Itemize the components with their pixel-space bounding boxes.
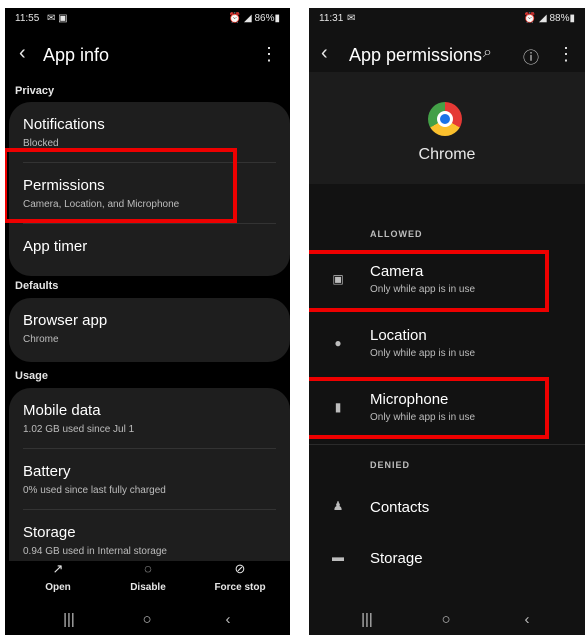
force-stop-button[interactable]: ⊘ Force stop	[200, 561, 280, 593]
status-indicators: ⏰ ◢ 88%▮	[523, 13, 575, 24]
navigation-bar: ||| ○ ‹	[5, 608, 290, 635]
status-time: 11:31	[319, 13, 344, 24]
app-bar: ‹ App info ⋮	[5, 38, 290, 72]
back-arrow-icon[interactable]: ‹	[321, 42, 328, 65]
contacts-title: Contacts	[370, 499, 430, 516]
microphone-highlight-box	[309, 377, 549, 439]
chrome-logo-icon	[428, 102, 462, 136]
app-name: Chrome	[418, 146, 476, 163]
notification-icons: ✉ ▣	[47, 13, 68, 24]
storage-perm-title: Storage	[370, 550, 423, 567]
open-button[interactable]: ↗ Open	[18, 561, 98, 593]
home-icon[interactable]: ○	[426, 611, 466, 628]
browser-app-subtitle: Chrome	[23, 334, 59, 345]
folder-icon: ▬	[332, 550, 344, 564]
battery-subtitle: 0% used since last fully charged	[23, 485, 166, 496]
status-indicators: ⏰ ◢ 86%▮	[228, 13, 280, 24]
disable-label: Disable	[130, 582, 166, 593]
nav-back-icon[interactable]: ‹	[507, 611, 547, 628]
recents-icon[interactable]: |||	[49, 611, 89, 628]
app-timer-item[interactable]: App timer	[9, 224, 290, 276]
more-options-icon[interactable]: ⋮	[557, 44, 575, 65]
location-subtitle: Only while app is in use	[370, 348, 476, 359]
force-stop-label: Force stop	[214, 582, 266, 593]
browser-app-item[interactable]: Browser app Chrome	[9, 298, 290, 362]
disable-icon: ◌	[144, 561, 152, 576]
more-options-icon[interactable]: ⋮	[260, 44, 278, 65]
force-stop-icon: ⊘	[234, 561, 246, 576]
help-icon[interactable]: ⓘ	[523, 44, 539, 68]
status-bar: 11:55 ✉ ▣ ⏰ ◢ 86%▮	[5, 8, 290, 30]
section-defaults: Defaults	[15, 280, 59, 292]
back-arrow-icon[interactable]: ‹	[19, 42, 26, 65]
status-time: 11:55	[15, 13, 40, 24]
app-permissions-screen: 11:31 ✉ ⏰ ◢ 88%▮ ‹ App permissions ⌕ ⓘ ⋮…	[309, 8, 585, 635]
open-external-icon: ↗	[52, 561, 64, 576]
location-title: Location	[370, 327, 427, 344]
battery-title: Battery	[23, 463, 71, 480]
page-title: App permissions	[349, 45, 483, 65]
open-label: Open	[45, 582, 71, 593]
storage-title: Storage	[23, 524, 76, 541]
mobile-data-item[interactable]: Mobile data 1.02 GB used since Jul 1	[9, 388, 290, 448]
app-bar: ‹ App permissions ⌕ ⓘ ⋮	[309, 38, 585, 72]
mobile-data-title: Mobile data	[23, 402, 101, 419]
mobile-data-subtitle: 1.02 GB used since Jul 1	[23, 424, 135, 435]
app-timer-title: App timer	[23, 238, 88, 255]
defaults-card: Browser app Chrome	[9, 298, 290, 362]
navigation-bar: ||| ○ ‹	[309, 608, 585, 635]
notification-icons: ✉	[347, 13, 356, 24]
denied-section-label: DENIED	[370, 460, 411, 470]
battery-item[interactable]: Battery 0% used since last fully charged	[9, 449, 290, 509]
browser-app-title: Browser app	[23, 312, 108, 329]
bottom-action-bar: ↗ Open ◌ Disable ⊘ Force stop	[5, 561, 290, 601]
allowed-section-label: ALLOWED	[370, 229, 423, 239]
camera-highlight-box	[309, 250, 549, 312]
nav-back-icon[interactable]: ‹	[208, 611, 248, 628]
permissions-highlight-box	[5, 148, 237, 223]
contacts-person-icon: ♟	[332, 499, 344, 513]
notifications-title: Notifications	[23, 116, 105, 133]
app-info-screen: 11:55 ✉ ▣ ⏰ ◢ 86%▮ ‹ App info ⋮ Privacy …	[5, 8, 290, 635]
location-pin-icon: ●	[334, 336, 342, 350]
storage-subtitle: 0.94 GB used in Internal storage	[23, 546, 167, 557]
section-usage: Usage	[15, 370, 49, 382]
divider	[309, 444, 585, 445]
usage-card: Mobile data 1.02 GB used since Jul 1 Bat…	[9, 388, 290, 583]
disable-button[interactable]: ◌ Disable	[108, 561, 188, 593]
home-icon[interactable]: ○	[127, 611, 167, 628]
contacts-permission-item[interactable]: ♟ Contacts	[309, 483, 585, 531]
page-title: App info	[43, 45, 110, 65]
section-privacy: Privacy	[15, 85, 55, 97]
search-icon[interactable]: ⌕	[483, 44, 492, 62]
recents-icon[interactable]: |||	[347, 611, 387, 628]
status-bar: 11:31 ✉ ⏰ ◢ 88%▮	[309, 8, 585, 30]
storage-permission-item[interactable]: ▬ Storage	[309, 534, 585, 582]
location-permission-item[interactable]: ● Location Only while app is in use	[309, 312, 585, 374]
